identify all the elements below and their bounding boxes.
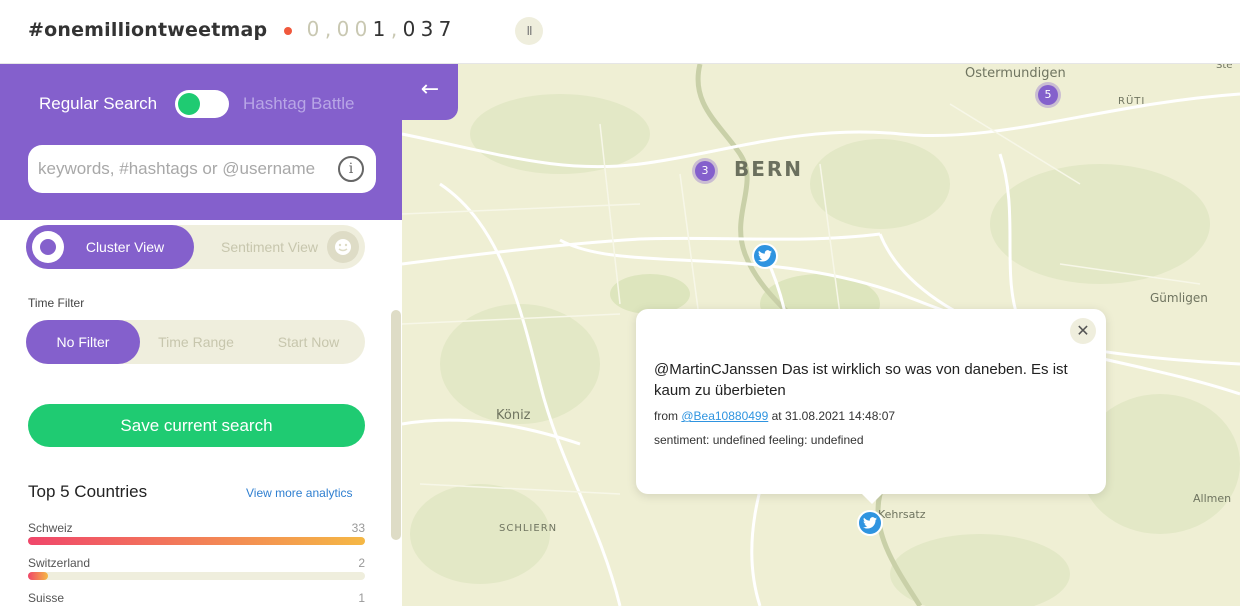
- sentiment-view-label: Sentiment View: [220, 239, 318, 255]
- cluster-view-label: Cluster View: [85, 239, 165, 255]
- cluster-view-option[interactable]: Cluster View: [26, 225, 194, 269]
- tweet-marker-selected[interactable]: [857, 510, 883, 536]
- from-label: from: [654, 409, 678, 423]
- time-filter-no-filter[interactable]: No Filter: [26, 320, 140, 364]
- twitter-bird-icon: [758, 250, 772, 262]
- time-filter-switch: No Filter Time Range Start Now: [26, 320, 365, 364]
- counter-digit: 3: [420, 17, 434, 41]
- view-analytics-link[interactable]: View more analytics: [246, 486, 353, 500]
- country-bar-track: [28, 537, 365, 545]
- close-icon[interactable]: ✕: [1070, 318, 1096, 344]
- save-search-button[interactable]: Save current search: [28, 404, 365, 447]
- country-name: Switzerland: [28, 556, 91, 570]
- view-switch: Cluster View Sentiment View: [26, 225, 365, 269]
- counter-digit: 0: [336, 17, 350, 41]
- counter-digit: ,: [324, 17, 332, 41]
- country-name: Suisse: [28, 591, 65, 605]
- twitter-bird-icon: [863, 517, 877, 529]
- tweet-timestamp: at 31.08.2021 14:48:07: [771, 409, 896, 423]
- country-bar-track: [28, 572, 365, 580]
- mode-hashtag-battle[interactable]: Hashtag Battle: [243, 94, 355, 114]
- time-filter-label: Time Filter: [28, 296, 85, 310]
- counter-digit: 0: [402, 17, 416, 41]
- search-input[interactable]: [38, 153, 334, 185]
- country-bar: [28, 537, 365, 545]
- counter-digit: 0: [354, 17, 368, 41]
- tweet-marker[interactable]: [752, 243, 778, 269]
- counter-digit: 1: [372, 17, 386, 41]
- sentiment-view-option[interactable]: Sentiment View: [194, 225, 365, 269]
- search-panel-header: Regular Search Hashtag Battle i: [0, 64, 402, 220]
- country-count: 33: [351, 521, 365, 535]
- brand-title: #onemilliontweetmap: [28, 19, 268, 41]
- place-allmen: Allmen: [1193, 492, 1232, 505]
- collapse-panel-arrow-icon[interactable]: ←: [402, 64, 458, 120]
- cluster-count: 3: [695, 161, 715, 181]
- pause-button[interactable]: II: [515, 17, 543, 45]
- top-countries-title: Top 5 Countries: [28, 482, 148, 501]
- info-icon[interactable]: i: [338, 156, 364, 182]
- panel-scrollbar[interactable]: [391, 310, 401, 540]
- country-count: 1: [358, 591, 365, 605]
- place-ostermundigen: Ostermundigen: [965, 66, 1066, 81]
- toggle-knob: [178, 93, 200, 115]
- time-filter-start-now[interactable]: Start Now: [252, 320, 365, 364]
- place-kehrsatz: Kehrsatz: [878, 508, 926, 521]
- place-koniz: Köniz: [496, 408, 531, 423]
- country-bar: [28, 572, 49, 580]
- place-schliern: SCHLIERN: [499, 523, 558, 534]
- tweet-popup: ✕ @MartinCJanssen Das ist wirklich so wa…: [636, 309, 1106, 504]
- country-count: 2: [358, 556, 365, 570]
- cluster-marker[interactable]: 5: [1035, 82, 1061, 108]
- cluster-marker[interactable]: 3: [692, 158, 718, 184]
- tweet-meta: from @Bea10880499 at 31.08.2021 14:48:07: [654, 409, 895, 423]
- counter-digit: 7: [438, 17, 452, 41]
- smiley-icon: [327, 231, 359, 263]
- counter-digit: ,: [390, 17, 398, 41]
- search-box: i: [28, 145, 376, 193]
- tweet-counter: 0,001,037: [304, 17, 454, 41]
- place-gumligen: Gümligen: [1150, 291, 1208, 305]
- time-filter-time-range[interactable]: Time Range: [140, 320, 252, 364]
- tweet-text: @MartinCJanssen Das ist wirklich so was …: [654, 361, 1068, 399]
- cluster-count: 5: [1038, 85, 1058, 105]
- place-ruti: RÜTI: [1118, 96, 1146, 107]
- counter-digit: 0: [306, 17, 320, 41]
- search-panel-body: Cluster View Sentiment View Time Filter …: [0, 220, 402, 606]
- mode-regular-search[interactable]: Regular Search: [39, 94, 157, 114]
- tweet-user-link[interactable]: @Bea10880499: [681, 409, 768, 423]
- country-name: Schweiz: [28, 521, 73, 535]
- search-mode-toggle[interactable]: [175, 90, 229, 118]
- cluster-view-icon: [32, 231, 64, 263]
- live-indicator-icon: [284, 27, 292, 35]
- top-bar: #onemilliontweetmap 0,001,037 II: [0, 0, 1240, 64]
- tweet-sentiment: sentiment: undefined feeling: undefined: [654, 433, 864, 447]
- place-bern: BERN: [734, 157, 804, 181]
